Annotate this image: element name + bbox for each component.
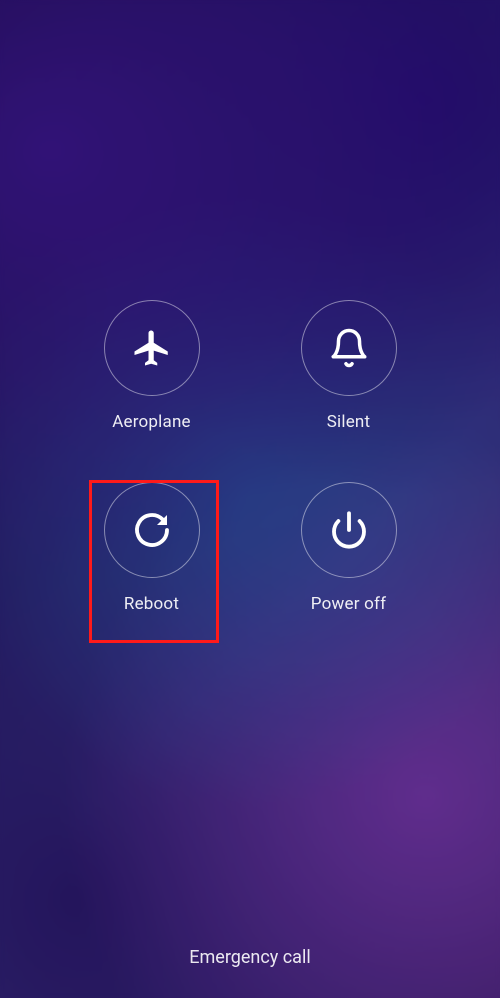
power-off-button[interactable]: Power off [289,482,409,614]
power-off-label: Power off [311,594,386,614]
silent-icon-circle [301,300,397,396]
reboot-button[interactable]: Reboot [92,482,212,614]
aeroplane-label: Aeroplane [112,412,191,432]
power-menu-grid: Aeroplane Silent Reboot [0,300,500,614]
aeroplane-icon-circle [104,300,200,396]
reboot-label: Reboot [124,594,179,614]
bell-icon [328,327,370,369]
airplane-icon [131,327,173,369]
silent-mode-button[interactable]: Silent [289,300,409,432]
reboot-icon-circle [104,482,200,578]
power-off-icon-circle [301,482,397,578]
power-icon [329,510,369,550]
reboot-icon [132,510,172,550]
emergency-call-button[interactable]: Emergency call [0,947,500,968]
aeroplane-mode-button[interactable]: Aeroplane [92,300,212,432]
silent-label: Silent [327,412,371,432]
